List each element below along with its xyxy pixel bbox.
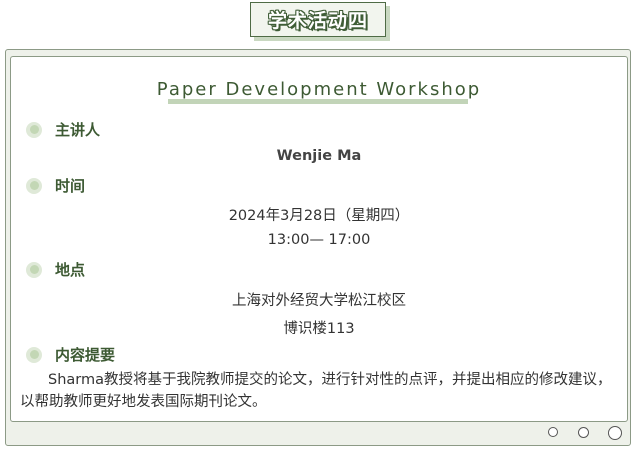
- section-speaker: 主讲人: [26, 119, 100, 140]
- decorative-circle-icon: [608, 426, 622, 440]
- event-date: 2024年3月28日（星期四）: [228, 208, 410, 224]
- section-summary: 内容提要: [26, 344, 115, 365]
- section-location: 地点: [26, 259, 85, 280]
- section-bullet-icon: [26, 346, 42, 363]
- time-label: 时间: [55, 177, 86, 195]
- section-bullet-icon: [26, 121, 42, 138]
- location-campus: 上海对外经贸大学松江校区: [232, 293, 406, 309]
- activity-card-page: 学术活动四 Paper Development Workshop 主讲人 Wen…: [0, 0, 638, 454]
- decorative-circle-icon: [548, 427, 558, 437]
- speaker-name: Wenjie Ma: [276, 148, 362, 164]
- location-label: 地点: [55, 261, 86, 279]
- workshop-heading-wrap: Paper Development Workshop: [0, 79, 638, 100]
- section-time: 时间: [26, 175, 85, 196]
- section-bullet-icon: [26, 177, 42, 194]
- decorative-circles: [546, 425, 626, 441]
- speaker-label: 主讲人: [55, 121, 101, 139]
- decorative-circle-icon: [578, 427, 589, 438]
- summary-text: Sharma教授将基于我院教师提交的论文，进行针对性的点评，并提出相应的修改建议…: [20, 372, 612, 410]
- event-hours: 13:00— 17:00: [267, 232, 371, 248]
- title-badge-text: 学术活动四: [250, 2, 386, 37]
- summary-label: 内容提要: [55, 346, 116, 364]
- title-badge: 学术活动四: [250, 2, 391, 42]
- location-room: 博识楼113: [283, 321, 355, 337]
- workshop-title: Paper Development Workshop: [156, 79, 482, 100]
- section-bullet-icon: [26, 261, 42, 278]
